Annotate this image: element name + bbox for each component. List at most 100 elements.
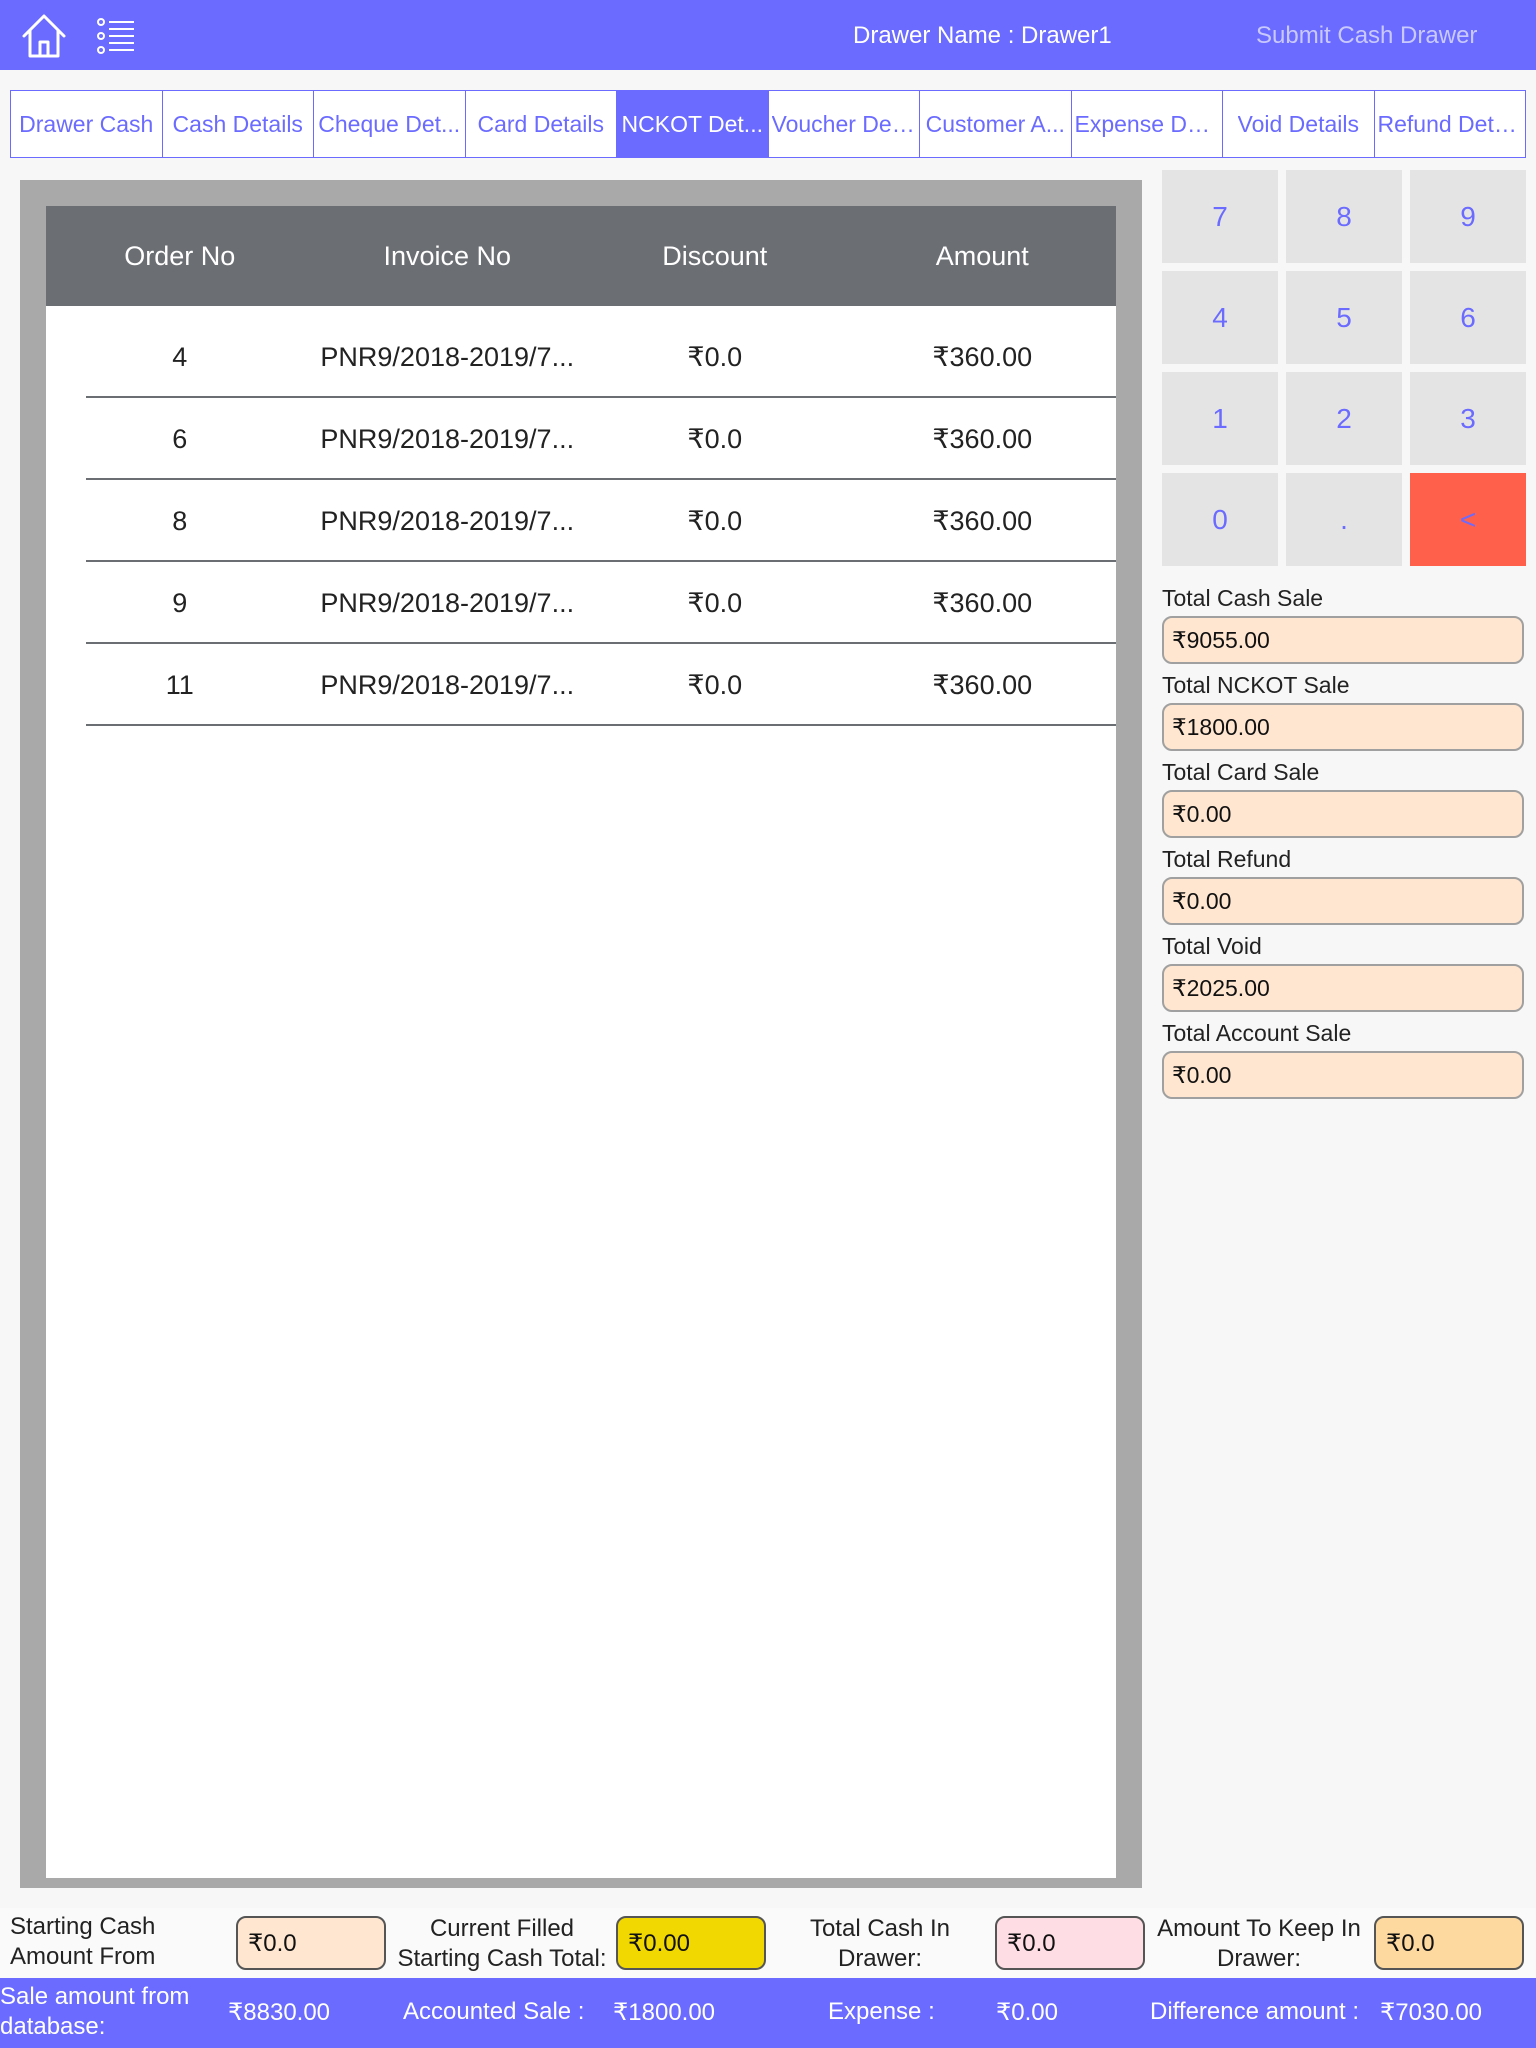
- total-void-field[interactable]: ₹2025.00: [1162, 964, 1524, 1012]
- tab-card-details[interactable]: Card Details: [464, 90, 617, 158]
- total-cash-in-drawer-field[interactable]: ₹0.0: [995, 1916, 1145, 1970]
- order-no-cell: 8: [172, 505, 188, 536]
- total-cash-sale-field[interactable]: ₹9055.00: [1162, 616, 1524, 664]
- numeric-keypad: 7 8 9 4 5 6 1 2 3 0 . <: [1162, 170, 1526, 566]
- total-refund-field[interactable]: ₹0.00: [1162, 877, 1524, 925]
- totals-panel: Total Cash Sale ₹9055.00 Total NCKOT Sal…: [1162, 580, 1526, 1102]
- table-row[interactable]: 9 PNR9/2018-2019/7... ₹0.0 ₹360.00: [46, 562, 1116, 644]
- keypad-key-2[interactable]: 2: [1286, 372, 1402, 465]
- nckot-table[interactable]: Order No Invoice No Discount Amount 4 PN…: [46, 206, 1116, 1878]
- total-card-sale-field[interactable]: ₹0.00: [1162, 790, 1524, 838]
- keypad-key-8[interactable]: 8: [1286, 170, 1402, 263]
- footer-summary: Sale amount from database: ₹8830.00 Acco…: [0, 1978, 1536, 2048]
- table-header: Order No Invoice No Discount Amount: [46, 206, 1116, 306]
- discount-cell: ₹0.0: [687, 587, 743, 618]
- tab-drawer-cash[interactable]: Drawer Cash: [10, 90, 163, 158]
- backspace-icon: <: [1459, 503, 1477, 535]
- total-account-sale-field[interactable]: ₹0.00: [1162, 1051, 1524, 1099]
- tab-voucher-details[interactable]: Voucher Det...: [767, 90, 920, 158]
- table-row[interactable]: 8 PNR9/2018-2019/7... ₹0.0 ₹360.00: [46, 480, 1116, 562]
- total-card-sale-label: Total Card Sale: [1162, 759, 1320, 785]
- home-icon[interactable]: [18, 10, 70, 62]
- keypad-key-1[interactable]: 1: [1162, 372, 1278, 465]
- order-no-cell: 4: [172, 341, 188, 372]
- discount-cell: ₹0.0: [687, 669, 743, 700]
- table-row[interactable]: 4 PNR9/2018-2019/7... ₹0.0 ₹360.00: [46, 316, 1116, 398]
- table-row[interactable]: 11 PNR9/2018-2019/7... ₹0.0 ₹360.00: [46, 644, 1116, 726]
- keypad-key-9[interactable]: 9: [1410, 170, 1526, 263]
- amount-cell: ₹360.00: [932, 423, 1033, 454]
- tab-cheque-details[interactable]: Cheque Det...: [313, 90, 466, 158]
- table-row[interactable]: 6 PNR9/2018-2019/7... ₹0.0 ₹360.00: [46, 398, 1116, 480]
- nckot-table-frame: Order No Invoice No Discount Amount 4 PN…: [20, 180, 1142, 1888]
- tab-label: Cash Details: [172, 110, 303, 137]
- order-no-cell: 11: [165, 669, 194, 700]
- backspace-button[interactable]: <: [1410, 473, 1526, 566]
- tab-nckot-details[interactable]: NCKOT Det...: [616, 90, 769, 158]
- difference-amount-label: Difference amount :: [1150, 1998, 1360, 2025]
- drawer-summary-row: Starting Cash Amount From ₹0.0 Current F…: [0, 1908, 1536, 1978]
- discount-cell: ₹0.0: [687, 423, 743, 454]
- keypad-key-6[interactable]: 6: [1410, 271, 1526, 364]
- column-header-invoice-no: Invoice No: [383, 240, 512, 271]
- keypad-key-0[interactable]: 0: [1162, 473, 1278, 566]
- invoice-no-cell: PNR9/2018-2019/7...: [320, 423, 575, 454]
- amount-cell: ₹360.00: [932, 505, 1033, 536]
- column-header-discount: Discount: [662, 240, 768, 271]
- difference-amount-value: ₹7030.00: [1380, 1999, 1483, 2026]
- starting-cash-field[interactable]: ₹0.0: [236, 1916, 386, 1970]
- expense-label: Expense :: [828, 1998, 935, 2025]
- total-void-label: Total Void: [1162, 933, 1262, 959]
- invoice-no-cell: PNR9/2018-2019/7...: [320, 505, 575, 536]
- tab-refund-details[interactable]: Refund Deta...: [1373, 90, 1526, 158]
- total-account-sale-label: Total Account Sale: [1162, 1020, 1352, 1046]
- tab-bar: Drawer Cash Cash Details Cheque Det... C…: [10, 90, 1526, 158]
- total-cash-in-drawer-label: Total Cash In Drawer:: [809, 1915, 951, 1972]
- tab-expense-details[interactable]: Expense Det...: [1070, 90, 1223, 158]
- amount-to-keep-label: Amount To Keep In Drawer:: [1157, 1915, 1361, 1972]
- tab-void-details[interactable]: Void Details: [1222, 90, 1375, 158]
- submit-cash-drawer-button[interactable]: Submit Cash Drawer: [1256, 22, 1477, 50]
- amount-cell: ₹360.00: [932, 587, 1033, 618]
- tab-label: Refund Deta...: [1377, 110, 1523, 137]
- tab-label: Cheque Det...: [318, 110, 461, 137]
- expense-value: ₹0.00: [996, 1999, 1058, 2026]
- sale-from-database-value: ₹8830.00: [228, 1999, 331, 2026]
- total-nckot-sale-label: Total NCKOT Sale: [1162, 672, 1350, 698]
- current-filled-field[interactable]: ₹0.00: [616, 1916, 766, 1970]
- accounted-sale-value: ₹1800.00: [613, 1999, 716, 2026]
- table-body: 4 PNR9/2018-2019/7... ₹0.0 ₹360.00 6 PNR…: [46, 316, 1116, 726]
- tab-label: Drawer Cash: [19, 110, 154, 137]
- drawer-name: Drawer Name : Drawer1: [853, 22, 1112, 49]
- tab-label: Customer A...: [925, 110, 1065, 137]
- tab-customer-account[interactable]: Customer A...: [919, 90, 1072, 158]
- column-header-order-no: Order No: [124, 240, 236, 271]
- tab-label: Expense Det...: [1074, 110, 1220, 137]
- amount-cell: ₹360.00: [932, 341, 1033, 372]
- current-filled-label: Current Filled Starting Cash Total:: [397, 1915, 607, 1972]
- keypad-key-decimal[interactable]: .: [1286, 473, 1402, 566]
- column-header-amount: Amount: [935, 240, 1029, 271]
- total-nckot-sale-field[interactable]: ₹1800.00: [1162, 703, 1524, 751]
- total-cash-sale-label: Total Cash Sale: [1162, 585, 1324, 611]
- discount-cell: ₹0.0: [687, 505, 743, 536]
- keypad-key-5[interactable]: 5: [1286, 271, 1402, 364]
- amount-to-keep-field[interactable]: ₹0.0: [1374, 1916, 1524, 1970]
- discount-cell: ₹0.0: [687, 341, 743, 372]
- tab-label: Voucher Det...: [771, 110, 917, 137]
- keypad-key-7[interactable]: 7: [1162, 170, 1278, 263]
- invoice-no-cell: PNR9/2018-2019/7...: [320, 341, 575, 372]
- keypad-key-4[interactable]: 4: [1162, 271, 1278, 364]
- tab-label: NCKOT Det...: [621, 110, 763, 137]
- keypad-key-3[interactable]: 3: [1410, 372, 1526, 465]
- tab-label: Void Details: [1237, 110, 1359, 137]
- list-icon[interactable]: [96, 16, 136, 56]
- order-no-cell: 6: [172, 423, 188, 454]
- invoice-no-cell: PNR9/2018-2019/7...: [320, 587, 575, 618]
- tab-label: Card Details: [477, 110, 605, 137]
- tab-cash-details[interactable]: Cash Details: [161, 90, 314, 158]
- amount-cell: ₹360.00: [932, 669, 1033, 700]
- order-no-cell: 9: [172, 587, 188, 618]
- accounted-sale-label: Accounted Sale :: [403, 1998, 585, 2025]
- total-refund-label: Total Refund: [1162, 846, 1292, 872]
